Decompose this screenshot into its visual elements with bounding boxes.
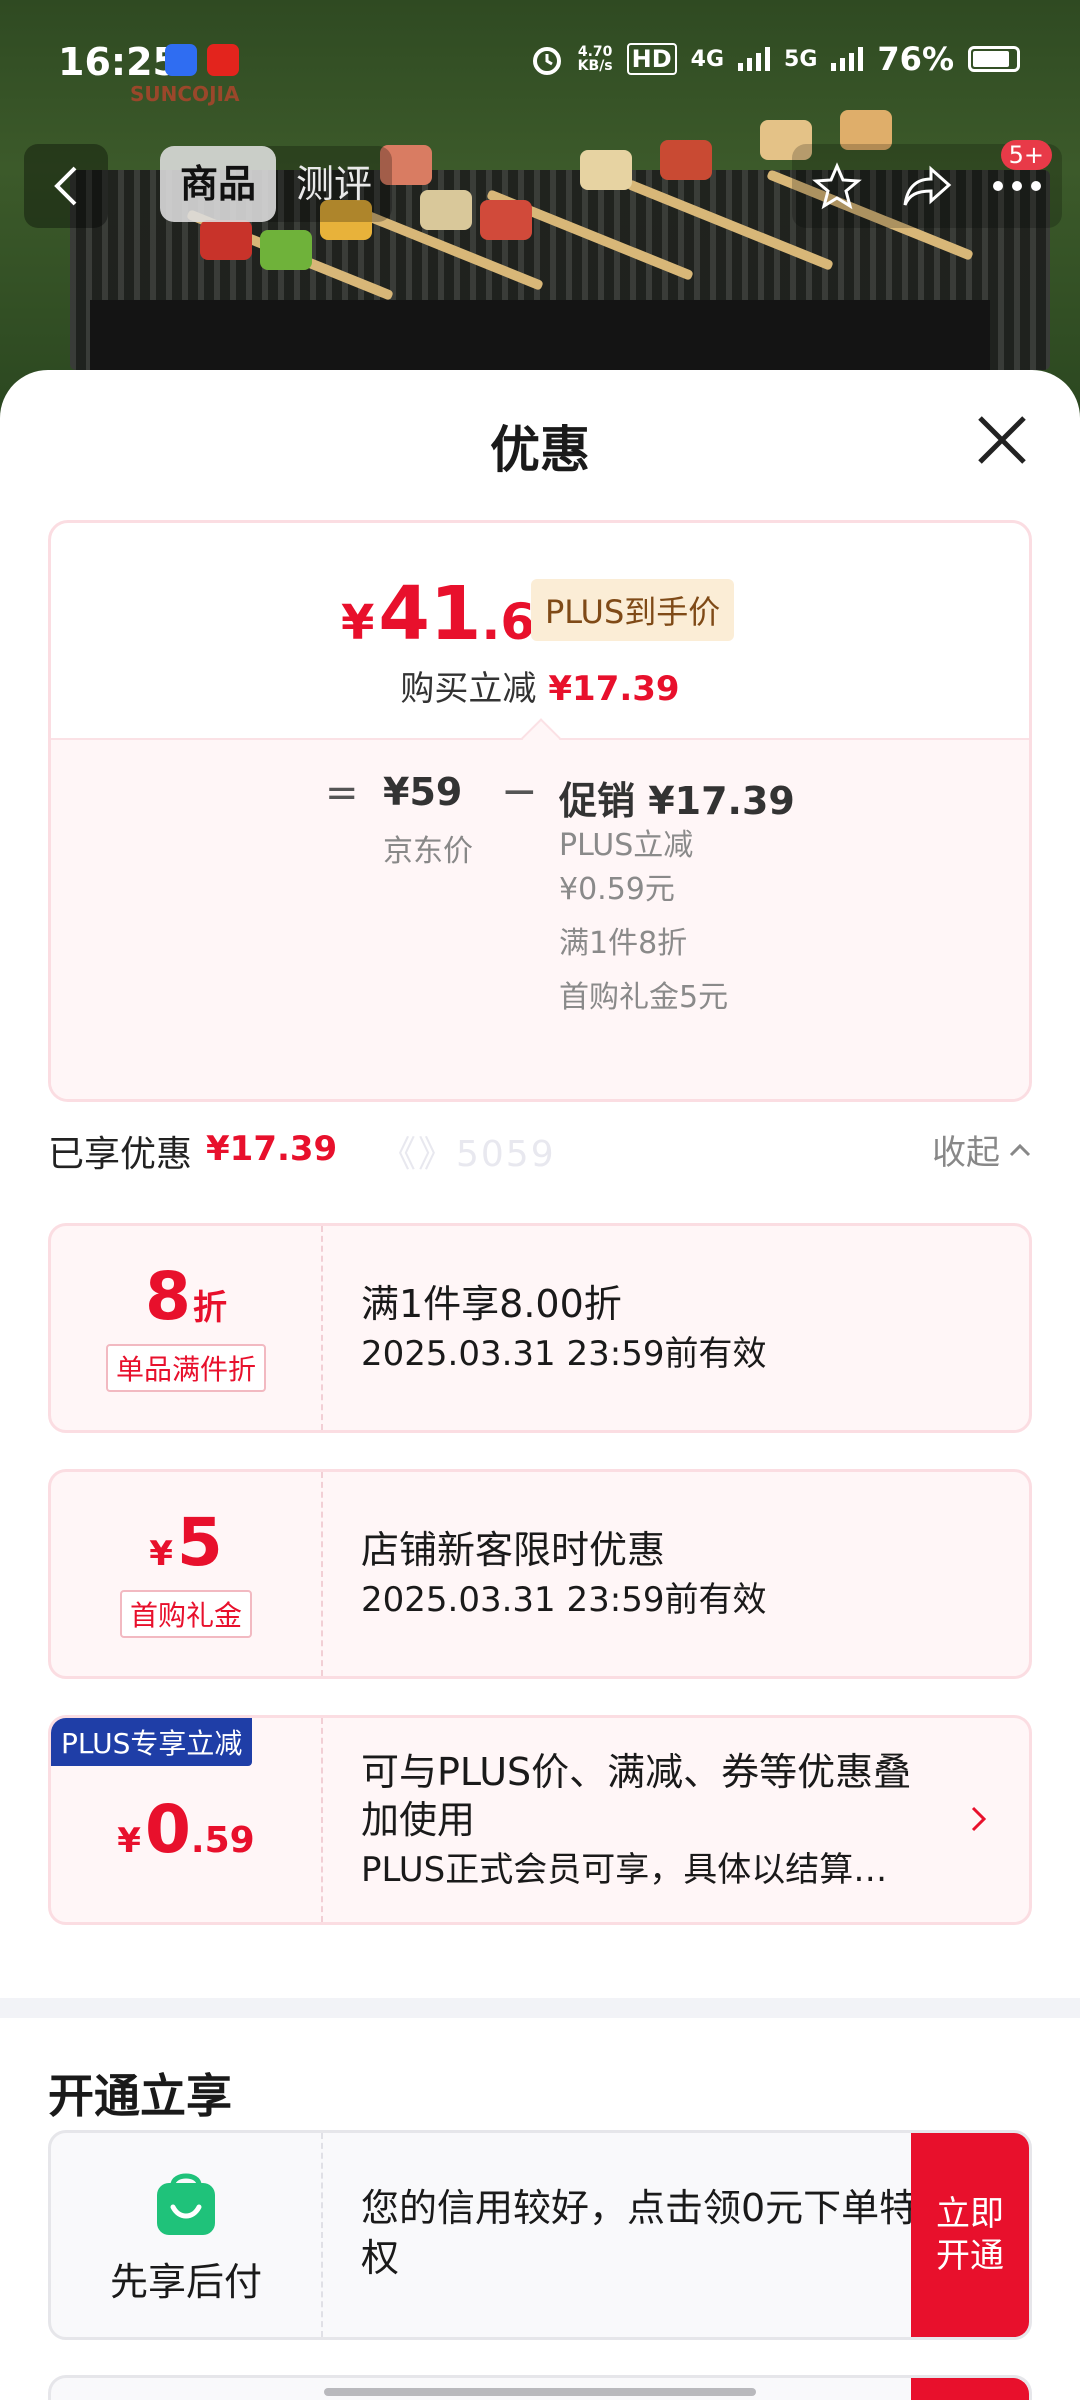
hd-indicator: HD: [626, 43, 677, 75]
back-button[interactable]: [24, 144, 108, 228]
coupon-type-tag: 单品满件折: [105, 1344, 266, 1392]
pay-later-name: 先享后付: [109, 2259, 262, 2304]
star-icon: [812, 162, 862, 210]
promotion-total: 促销 ¥17.39: [559, 779, 795, 823]
share-button[interactable]: [882, 144, 972, 228]
chevron-up-icon: [1009, 1143, 1031, 1156]
pay-later-card[interactable]: 先享后付 您的信用较好，点击领0元下单特权 立即开通: [48, 2130, 1032, 2340]
coupon-amount: 8 折: [145, 1258, 227, 1335]
price-summary-card: ¥ 41 .61 PLUS到手价 购买立减 ¥17.39 = ¥59 京东价 − …: [48, 520, 1032, 1102]
promotion-line: PLUS立减¥0.59元: [559, 828, 694, 907]
shopping-bag-icon: [157, 2173, 215, 2235]
coupon-title: 满1件享8.00折: [361, 1282, 622, 1326]
share-icon: [903, 165, 952, 206]
coupon-validity: 2025.03.31 23:59前有效: [361, 1334, 767, 1374]
jd-price-label: 京东价: [383, 834, 473, 869]
taobao-app-icon: [207, 44, 239, 76]
alarm-icon: [532, 47, 561, 75]
tab-group: 商品 测评: [160, 146, 393, 222]
jd-price: ¥59: [383, 770, 463, 814]
more-button[interactable]: 5+: [972, 140, 1062, 228]
enjoyed-discount-value: ¥17.39: [206, 1129, 338, 1169]
sheet-title: 优惠: [490, 421, 590, 479]
section-title: 开通立享: [48, 2069, 232, 2123]
price-breakdown: = ¥59 京东价 − 促销 ¥17.39 PLUS立减¥0.59元 满1件8折…: [51, 718, 1029, 1099]
promotion-line: 满1件8折: [559, 926, 688, 961]
signal-bars-icon: [831, 47, 864, 71]
instant-discount: 购买立减 ¥17.39: [400, 669, 680, 709]
top-navigation: 商品 测评 5+: [0, 140, 1080, 230]
tab-product[interactable]: 商品: [160, 146, 277, 222]
coupon-title: 店铺新客限时优惠: [361, 1528, 666, 1572]
promotion-line: 首购礼金5元: [559, 980, 729, 1015]
coupon-amount: ¥ 5: [149, 1504, 223, 1581]
clock: 16:25: [58, 40, 179, 84]
coupon-validity: 2025.03.31 23:59前有效: [361, 1580, 767, 1620]
coupon-card[interactable]: ¥ 5 首购礼金 店铺新客限时优惠 2025.03.31 23:59前有效: [48, 1469, 1032, 1679]
chevron-left-icon: [54, 166, 77, 206]
overlay-watermark: 《》5059: [380, 1134, 556, 1175]
more-dots-icon: [993, 181, 1041, 191]
signal-4g: 4G: [690, 46, 725, 72]
coupon-card[interactable]: 8 折 单品满件折 满1件享8.00折 2025.03.31 23:59前有效: [48, 1223, 1032, 1433]
message-badge: 5+: [1000, 140, 1052, 170]
signal-5g: 5G: [784, 46, 818, 72]
home-indicator[interactable]: [324, 2388, 756, 2396]
pay-later-text: 您的信用较好，点击领0元下单特权: [361, 2186, 918, 2280]
plus-coupon-card[interactable]: PLUS专享立减 ¥ 0 .59 可与PLUS价、满减、券等优惠叠加使用 PLU…: [48, 1715, 1032, 1925]
battery-percent: 76%: [877, 40, 954, 78]
coupon-title: 可与PLUS价、满减、券等优惠叠加使用: [361, 1750, 912, 1842]
coupon-amount: ¥ 0 .59: [117, 1791, 255, 1868]
activate-now-button[interactable]: 立即开通: [911, 2133, 1029, 2337]
tab-review[interactable]: 测评: [276, 146, 392, 222]
coupon-type-tag: 首购礼金: [119, 1590, 252, 1638]
plus-price-tag: PLUS到手价: [531, 579, 735, 641]
discount-sheet: 优惠 ¥ 41 .61 PLUS到手价 购买立减 ¥17.39 = ¥59 京东价…: [0, 370, 1080, 2400]
collapse-button[interactable]: 收起: [932, 1125, 1032, 1174]
status-bar: 16:25 4.70 KB/s HD 4G 5G 76%: [0, 0, 1080, 120]
signal-bars-icon: [738, 47, 771, 71]
battery-icon: [968, 46, 1020, 72]
baidu-app-icon: [165, 44, 197, 76]
chevron-right-icon: [971, 1806, 987, 1832]
promotion-details: PLUS立减¥0.59元 满1件8折 首购礼金5元: [559, 824, 749, 1030]
network-speed: 4.70 KB/s: [577, 44, 613, 74]
close-icon[interactable]: [974, 412, 1030, 468]
coupon-description: PLUS正式会员可享，具体以结算…: [361, 1850, 888, 1890]
favorite-button[interactable]: [792, 144, 882, 228]
